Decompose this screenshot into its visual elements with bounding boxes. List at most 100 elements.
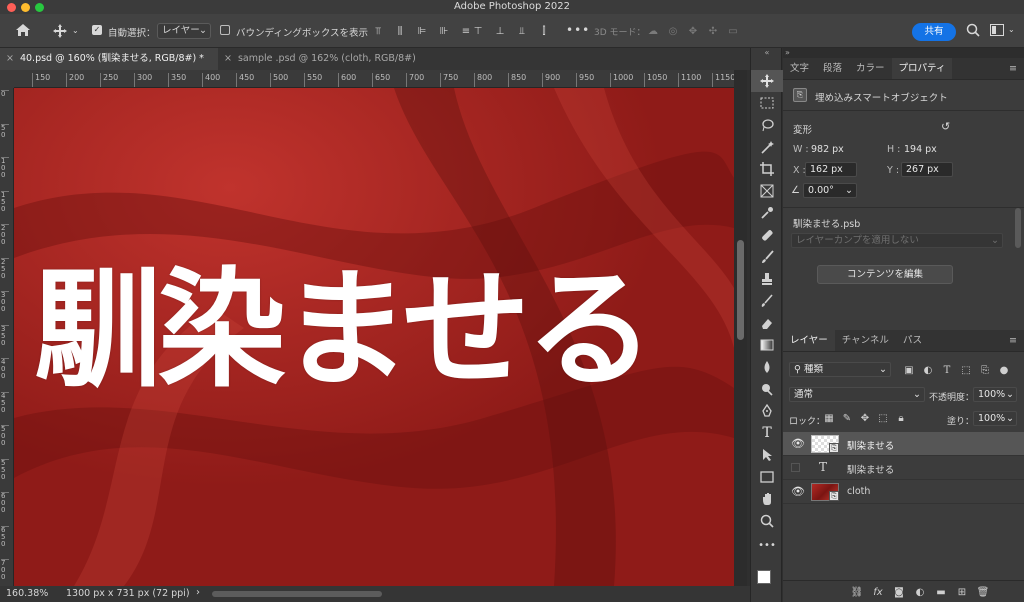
chevron-down-icon[interactable]: ⌄ <box>72 26 79 35</box>
adjustment-layer-icon[interactable]: ◐ <box>912 584 928 600</box>
panel-menu-icon[interactable]: ≡ <box>1002 58 1024 79</box>
eraser-tool-icon[interactable] <box>751 312 783 334</box>
align-left-icon[interactable]: ⊫ <box>414 23 430 39</box>
visibility-eye-icon[interactable]: 👁︎ <box>791 437 805 450</box>
scroll-thumb[interactable] <box>737 240 744 340</box>
magic-wand-tool-icon[interactable] <box>751 136 783 158</box>
filter-shape-icon[interactable]: ⬚ <box>958 362 974 378</box>
y-position-field[interactable]: 267 px <box>901 162 953 177</box>
tab-paths[interactable]: パス <box>896 330 929 351</box>
distribute-top-icon[interactable]: ⊤ <box>470 23 486 39</box>
type-tool-icon[interactable]: T <box>751 422 783 444</box>
angle-field[interactable]: 0.00° ⌄ <box>803 183 857 198</box>
zoom-level[interactable]: 160.38% <box>6 588 48 599</box>
rectangle-tool-icon[interactable] <box>751 466 783 488</box>
distribute-spacing-icon[interactable]: ⫿ <box>536 23 552 39</box>
move-tool-icon[interactable] <box>751 70 783 92</box>
layer-style-icon[interactable]: fx <box>870 584 886 600</box>
brush-tool-icon[interactable] <box>751 246 783 268</box>
collapse-icon[interactable]: « <box>751 48 783 58</box>
document-tab-active[interactable]: × 40.psd @ 160% (馴染ませる, RGB/8#) * <box>0 48 218 70</box>
blur-tool-icon[interactable] <box>751 356 783 378</box>
blend-mode-dropdown[interactable]: 通常 ⌄ <box>789 387 925 402</box>
lock-all-icon[interactable]: 🔒︎ <box>893 410 909 426</box>
3d-orbit-icon[interactable]: ☁ <box>645 23 661 39</box>
auto-select-dropdown[interactable]: レイヤー ⌄ <box>157 23 211 39</box>
close-tab-icon[interactable]: × <box>6 53 14 64</box>
pen-tool-icon[interactable] <box>751 400 783 422</box>
filter-toggle-icon[interactable]: ● <box>996 362 1012 378</box>
home-icon[interactable] <box>14 22 32 41</box>
delete-layer-icon[interactable]: 🗑︎ <box>975 584 991 600</box>
add-mask-icon[interactable]: ◙ <box>891 584 907 600</box>
foreground-color-swatch[interactable] <box>757 570 771 584</box>
move-tool-icon[interactable] <box>52 23 68 42</box>
auto-select-checkbox[interactable]: ✓ <box>92 25 102 35</box>
visibility-toggle[interactable] <box>791 463 800 472</box>
document-canvas[interactable]: 馴染ませる <box>14 88 734 586</box>
distribute-bottom-icon[interactable]: ⫫ <box>514 23 530 39</box>
document-tab[interactable]: × sample .psd @ 162% (cloth, RGB/8#) <box>218 48 448 70</box>
marquee-tool-icon[interactable] <box>751 92 783 114</box>
ruler-corner[interactable] <box>0 70 14 88</box>
bounding-box-checkbox[interactable] <box>220 25 230 35</box>
edit-contents-button[interactable]: コンテンツを編集 <box>817 265 953 284</box>
panel-menu-icon[interactable]: ≡ <box>1002 330 1024 351</box>
x-position-field[interactable]: 162 px <box>805 162 857 177</box>
share-button[interactable]: 共有 <box>912 23 956 41</box>
document-info[interactable]: 1300 px x 731 px (72 ppi) <box>66 588 190 599</box>
new-group-icon[interactable]: ▬ <box>933 584 949 600</box>
layer-row-text[interactable]: T 馴染ませる <box>783 456 1024 480</box>
chevron-down-icon[interactable]: ⌄ <box>1008 25 1015 34</box>
width-value[interactable]: 982 px <box>811 144 844 155</box>
layer-name[interactable]: 馴染ませる <box>847 438 894 452</box>
fill-field[interactable]: 100% ⌄ <box>973 411 1017 426</box>
panel-collapse-icon[interactable]: » <box>783 48 1024 58</box>
lock-pixels-icon[interactable]: ✎ <box>839 410 855 426</box>
vertical-ruler[interactable]: 0 50 100 150 200 250 300 350 400 450 500 550 600 650 7… <box>0 88 14 586</box>
canvas-text-layer[interactable]: 馴染ませる <box>34 256 734 406</box>
tab-paragraph[interactable]: 段落 <box>816 58 849 79</box>
crop-tool-icon[interactable] <box>751 158 783 180</box>
tab-layers[interactable]: レイヤー <box>783 330 835 351</box>
chevron-right-icon[interactable]: › <box>196 587 200 598</box>
tab-properties[interactable]: プロパティ <box>891 58 953 79</box>
lock-artboard-icon[interactable]: ⬚ <box>875 410 891 426</box>
tab-character[interactable]: 文字 <box>783 58 816 79</box>
layer-row-smart-object[interactable]: 👁︎ ⎘ 馴染ませる <box>783 432 1024 456</box>
link-layers-icon[interactable]: ⛓ <box>849 584 865 600</box>
hand-tool-icon[interactable] <box>751 488 783 510</box>
layer-name[interactable]: 馴染ませる <box>847 462 894 476</box>
layer-filter-dropdown[interactable]: ⚲ 種類 ⌄ <box>789 362 891 377</box>
search-icon[interactable] <box>966 23 980 40</box>
gradient-tool-icon[interactable] <box>751 334 783 356</box>
dodge-tool-icon[interactable] <box>751 378 783 400</box>
more-tools-icon[interactable]: ••• <box>751 534 783 556</box>
lock-transparency-icon[interactable]: ▦ <box>821 410 837 426</box>
filter-adjustment-icon[interactable]: ◐ <box>920 362 936 378</box>
tab-channels[interactable]: チャンネル <box>835 330 896 351</box>
healing-brush-tool-icon[interactable] <box>751 224 783 246</box>
filter-smart-object-icon[interactable]: ⎘ <box>977 362 993 378</box>
distribute-vcenter-icon[interactable]: ⊥ <box>492 23 508 39</box>
3d-roll-icon[interactable]: ◎ <box>665 23 681 39</box>
opacity-field[interactable]: 100% ⌄ <box>973 387 1017 402</box>
lock-position-icon[interactable]: ✥ <box>857 410 873 426</box>
more-options-icon[interactable]: ••• <box>566 23 590 37</box>
3d-camera-icon[interactable]: ▭ <box>725 23 741 39</box>
align-center-h-icon[interactable]: ⫼ <box>392 23 408 39</box>
horizontal-ruler[interactable]: 150 200 250 300 350 400 450 500 550 600 650 700 750 8… <box>14 70 734 88</box>
frame-tool-icon[interactable] <box>751 180 783 202</box>
tab-color[interactable]: カラー <box>849 58 892 79</box>
horizontal-scroll-thumb[interactable] <box>212 591 382 597</box>
reset-transform-icon[interactable]: ↺ <box>941 120 950 133</box>
3d-pan-icon[interactable]: ✥ <box>685 23 701 39</box>
lasso-tool-icon[interactable] <box>751 114 783 136</box>
filter-pixel-icon[interactable]: ▣ <box>901 362 917 378</box>
3d-slide-icon[interactable]: ✣ <box>705 23 721 39</box>
new-layer-icon[interactable]: ⊞ <box>954 584 970 600</box>
vertical-scrollbar[interactable] <box>734 70 747 586</box>
history-brush-tool-icon[interactable] <box>751 290 783 312</box>
align-right-icon[interactable]: ⊪ <box>436 23 452 39</box>
layer-row-cloth[interactable]: 👁︎ ⎘ cloth <box>783 480 1024 504</box>
